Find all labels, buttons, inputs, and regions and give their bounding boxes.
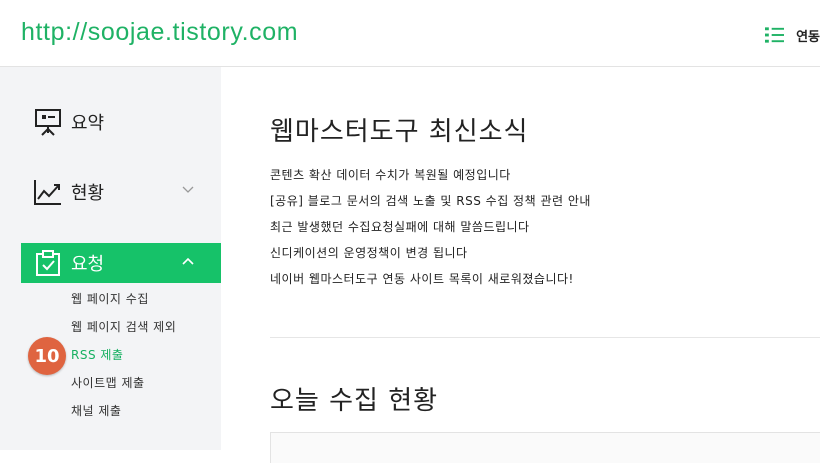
news-item[interactable]: 최근 발생했던 수집요청실패에 대해 말씀드립니다 [270,219,591,245]
clipboard-check-icon [33,248,63,278]
sidebar: 요약 현황 요청 웹 페이지 수집 웹 페이지 검색 제외 RSS 제출 사이트… [0,67,221,450]
news-item[interactable]: 콘텐츠 확산 데이터 수치가 복원될 예정입니다 [270,167,591,193]
sidebar-item-request[interactable]: 요청 [21,243,221,283]
linked-sites-menu-button[interactable]: 연동 [765,24,820,46]
news-item[interactable]: [공유] 블로그 문서의 검색 노출 및 RSS 수집 정책 관련 안내 [270,193,591,219]
top-header: http://soojae.tistory.com 연동 [0,0,820,67]
main-content: 웹마스터도구 최신소식 콘텐츠 확산 데이터 수치가 복원될 예정입니다 [공유… [221,67,820,463]
list-icon [765,27,785,43]
sidebar-item-summary[interactable]: 요약 [21,102,221,142]
site-url[interactable]: http://soojae.tistory.com [21,18,298,47]
presentation-board-icon [33,107,63,137]
linked-sites-label: 연동 [796,29,820,45]
stats-section-title: 오늘 수집 현황 [270,386,439,416]
news-section-title: 웹마스터도구 최신소식 [270,117,529,147]
stats-table [270,432,820,463]
section-divider [270,337,820,338]
submenu-web-page-collect[interactable]: 웹 페이지 수집 [71,290,149,307]
news-list: 콘텐츠 확산 데이터 수치가 복원될 예정입니다 [공유] 블로그 문서의 검색… [270,167,591,297]
submenu-sitemap-submit[interactable]: 사이트맵 제출 [71,374,145,391]
news-item[interactable]: 신디케이션의 운영정책이 변경 됩니다 [270,245,591,271]
sidebar-item-status[interactable]: 현황 [21,172,221,212]
submenu-web-page-exclude[interactable]: 웹 페이지 검색 제외 [71,318,176,335]
news-item[interactable]: 네이버 웹마스터도구 연동 사이트 목록이 새로워졌습니다! [270,271,591,297]
sidebar-item-label: 요청 [71,254,105,275]
sidebar-item-label: 현황 [71,183,105,204]
chevron-up-icon [182,257,194,265]
submenu-rss-submit[interactable]: RSS 제출 [71,346,123,363]
submenu-channel-submit[interactable]: 채널 제출 [71,402,121,419]
line-chart-icon [33,177,63,207]
step-number-badge: 10 [28,337,66,375]
chevron-down-icon [182,186,194,193]
sidebar-item-label: 요약 [71,113,105,134]
